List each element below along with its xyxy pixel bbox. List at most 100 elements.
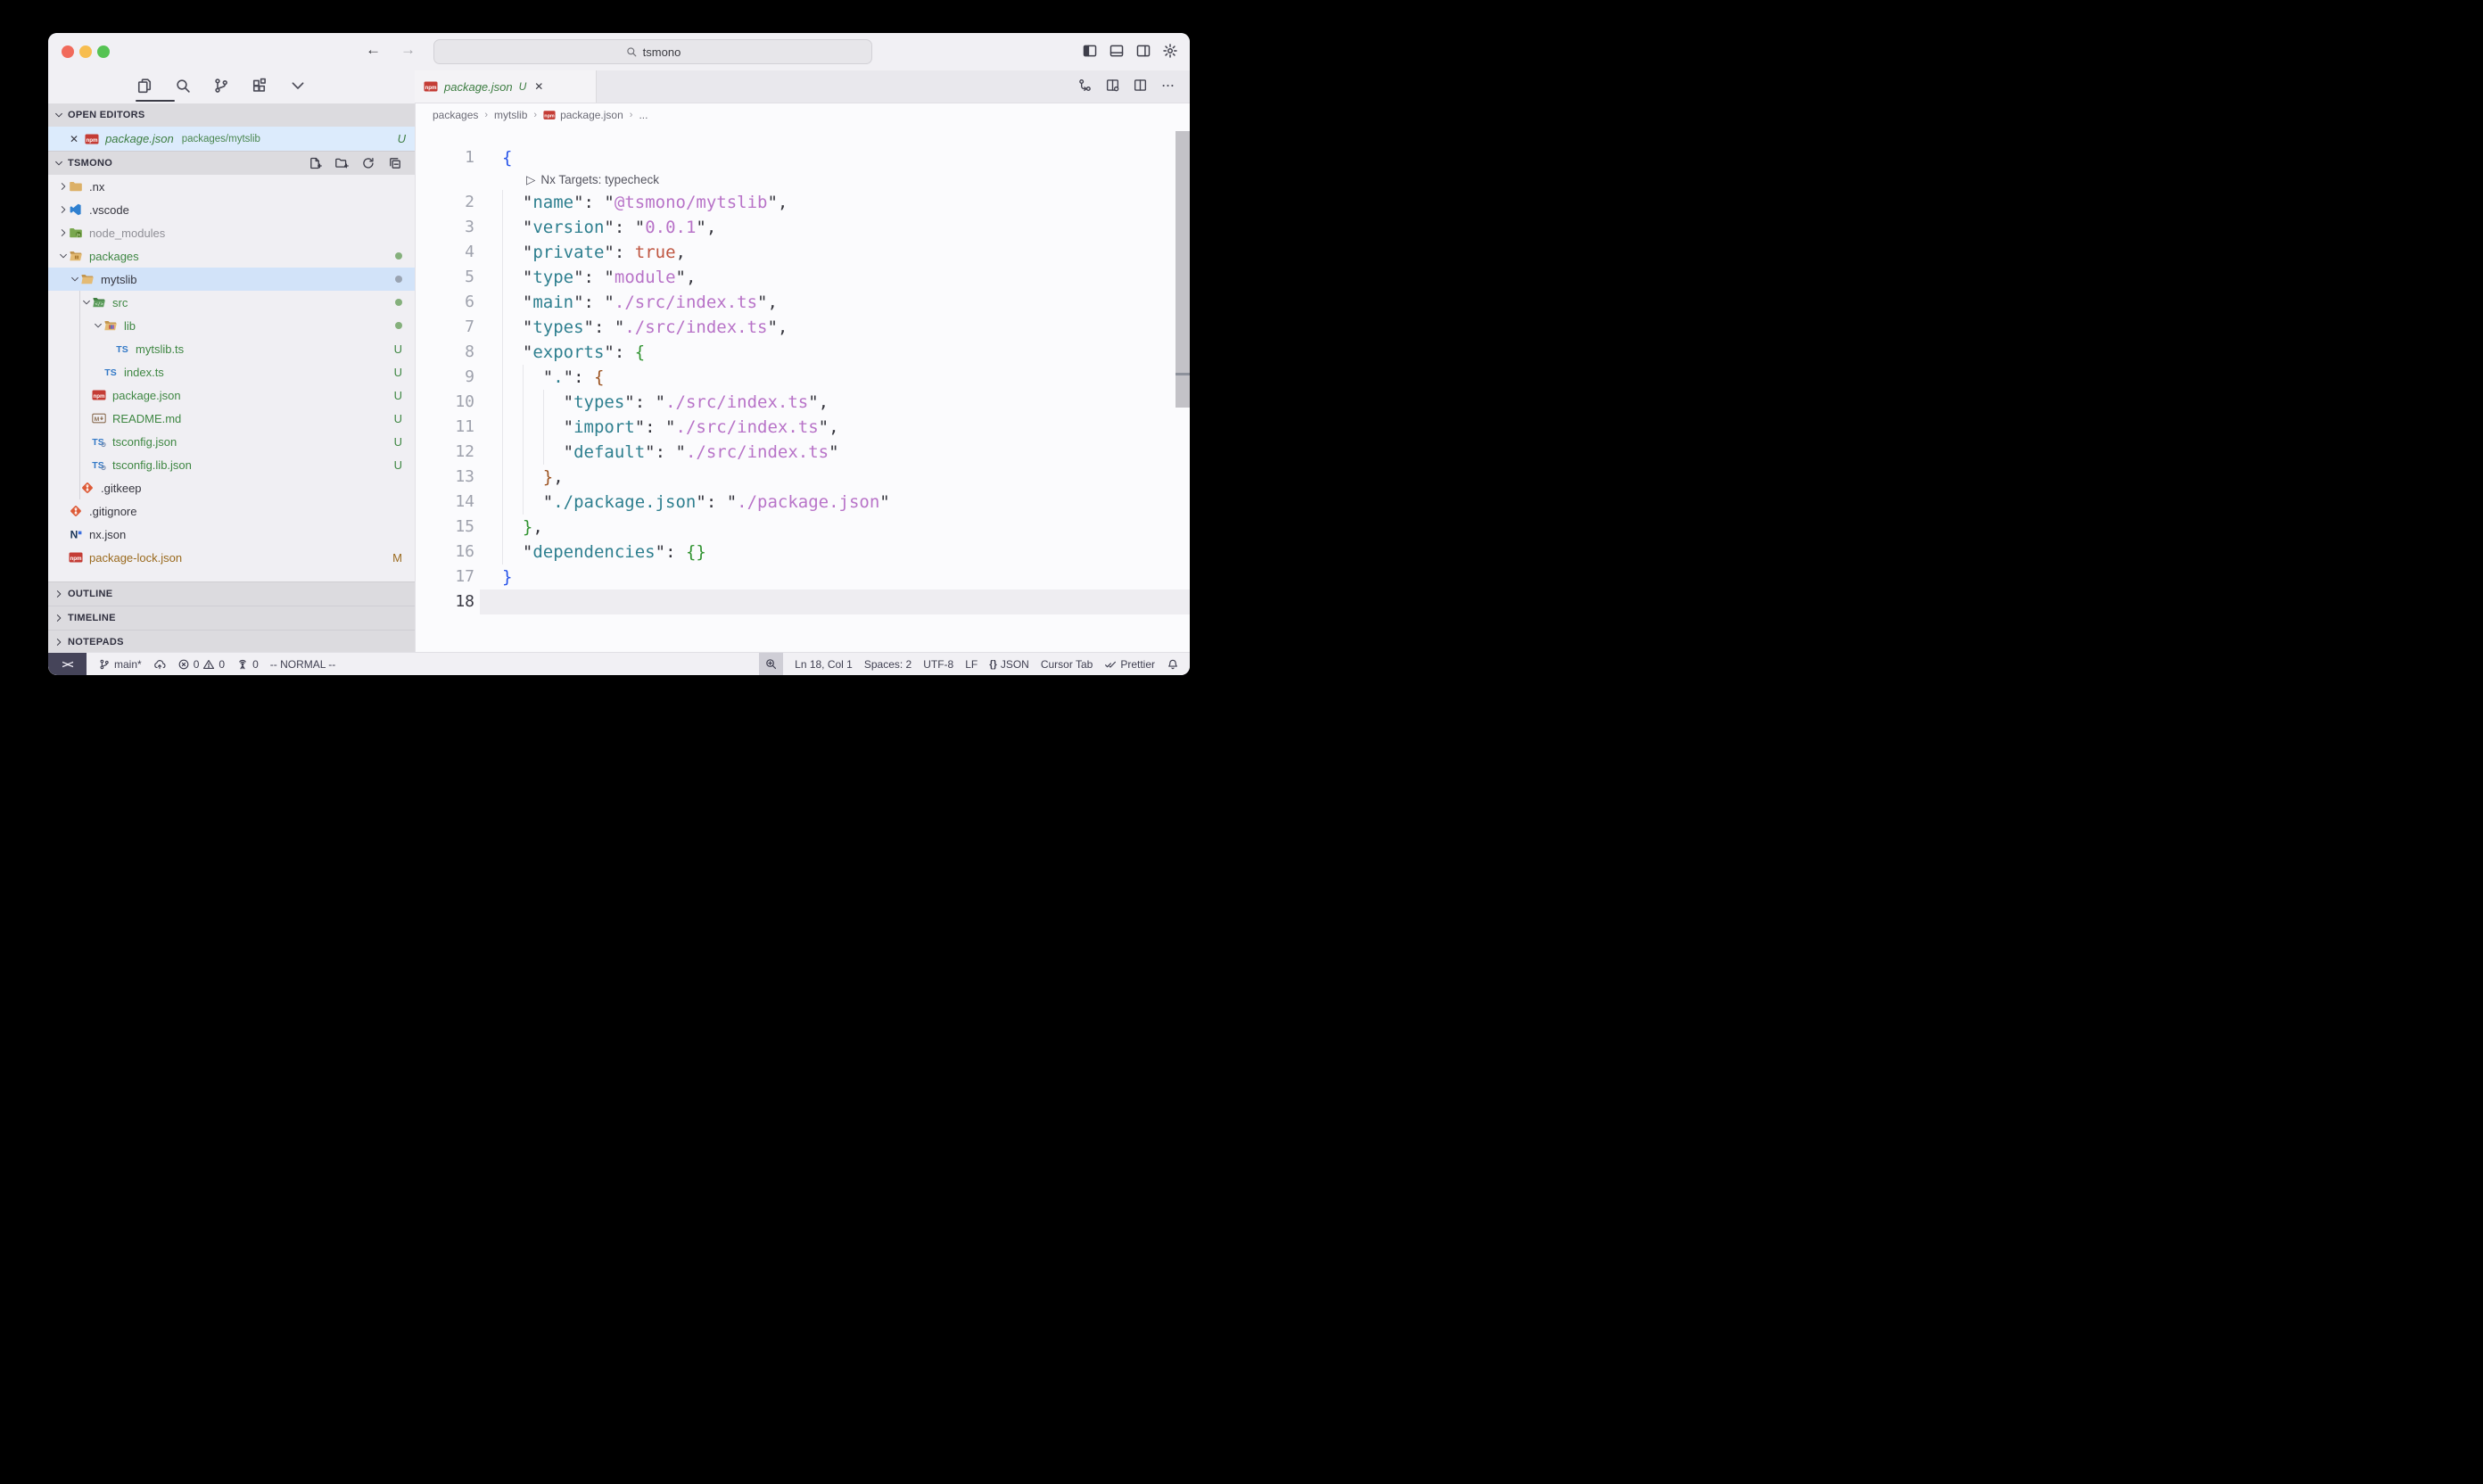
zoom-window-button[interactable] <box>97 45 110 58</box>
line-content: }, <box>480 465 1190 490</box>
gear-icon[interactable] <box>1162 43 1178 59</box>
statusbar-encoding[interactable]: UTF-8 <box>923 658 953 671</box>
tree-item-tsconfig.json[interactable]: TStsconfig.jsonU <box>48 430 415 453</box>
workspace-header[interactable]: TSMONO <box>48 151 415 175</box>
statusbar-remote-indicator[interactable]: >< <box>48 653 87 675</box>
tsconfig-icon: TS <box>92 458 106 472</box>
statusbar-eol[interactable]: LF <box>965 658 978 671</box>
statusbar-vim-mode[interactable]: -- NORMAL -- <box>270 658 336 671</box>
token: , <box>532 517 542 537</box>
open-editor-item[interactable]: ✕npmpackage.jsonpackages/mytslibU <box>48 127 415 151</box>
editor-scrollbar[interactable] <box>1176 131 1190 408</box>
tree-item-label: README.md <box>112 412 181 425</box>
token: ", <box>757 293 778 312</box>
close-editor-icon[interactable]: ✕ <box>70 133 78 145</box>
tree-item-.gitkeep[interactable]: .gitkeep <box>48 476 415 499</box>
tree-item-lib[interactable]: lib <box>48 314 415 337</box>
command-center-search[interactable]: tsmono <box>433 39 872 64</box>
play-icon[interactable]: ▷ <box>526 170 535 190</box>
close-window-button[interactable] <box>62 45 74 58</box>
breadcrumb-item[interactable]: mytslib <box>494 109 527 121</box>
token: ": " <box>604 218 645 237</box>
token: ": " <box>635 417 676 437</box>
statusbar-sync-changes[interactable] <box>153 658 166 671</box>
codelens-nx-targets[interactable]: ▷Nx Targets: typecheck <box>480 170 659 190</box>
activity-search-icon[interactable] <box>174 77 192 95</box>
statusbar-zoom-indicator[interactable] <box>759 653 783 675</box>
breadcrumb[interactable]: packages›mytslib›npmpackage.json›... <box>416 103 1190 126</box>
statusbar-ports[interactable]: 0 <box>236 658 259 671</box>
section-header-outline[interactable]: OUTLINE <box>48 581 415 606</box>
tree-item-.vscode[interactable]: .vscode <box>48 198 415 221</box>
layout-sidebar-left-icon[interactable] <box>1082 43 1098 59</box>
collapse-all-icon[interactable] <box>388 156 402 170</box>
statusbar-label: 0 <box>219 658 225 671</box>
minimize-window-button[interactable] <box>79 45 92 58</box>
tree-item-nx.json[interactable]: Nnx.json <box>48 523 415 546</box>
tree-item-packages[interactable]: packages <box>48 244 415 268</box>
activity-explorer-icon[interactable] <box>136 77 153 95</box>
statusbar-label: -- NORMAL -- <box>270 658 336 671</box>
open-editors-header[interactable]: OPEN EDITORS <box>48 103 415 127</box>
token: ": <box>604 243 634 262</box>
chevron-right-icon <box>54 589 64 599</box>
tree-item-mytslib.ts[interactable]: TSmytslib.tsU <box>48 337 415 360</box>
tree-item-.gitignore[interactable]: .gitignore <box>48 499 415 523</box>
breadcrumb-item[interactable]: packages <box>433 109 478 121</box>
token: import <box>573 417 635 437</box>
code-line-5: 5 "type": "module", <box>416 265 1190 290</box>
activity-extensions-icon[interactable] <box>251 77 268 95</box>
ellipsis-icon[interactable] <box>1160 78 1176 93</box>
statusbar-git-branch[interactable]: main* <box>98 658 142 671</box>
indent-guide <box>523 415 524 440</box>
tree-item-src[interactable]: </>src <box>48 291 415 314</box>
close-tab-icon[interactable]: ✕ <box>534 80 543 93</box>
tree-item-tsconfig.lib.json[interactable]: TStsconfig.lib.jsonU <box>48 453 415 476</box>
statusbar-formatter[interactable]: Prettier <box>1104 658 1155 671</box>
activity-chevron-down-icon[interactable] <box>289 77 307 95</box>
section-header-timeline[interactable]: TIMELINE <box>48 606 415 630</box>
new-folder-icon[interactable] <box>334 156 349 170</box>
breadcrumb-item[interactable]: npmpackage.json <box>543 109 623 121</box>
md-icon: M <box>92 411 106 425</box>
tree-item-index.ts[interactable]: TSindex.tsU <box>48 360 415 383</box>
chevron-right-icon <box>54 613 64 623</box>
tree-item-package.json[interactable]: npmpackage.jsonU <box>48 383 415 407</box>
tree-item-package-lock.json[interactable]: npmpackage-lock.jsonM <box>48 546 415 569</box>
line-content: "types": "./src/index.ts", <box>480 315 1190 340</box>
section-header-notepads[interactable]: NOTEPADS <box>48 630 415 653</box>
git-compare-icon[interactable] <box>1077 78 1093 93</box>
statusbar-cursor-position[interactable]: Ln 18, Col 1 <box>795 658 853 671</box>
tree-item-label: src <box>112 296 128 309</box>
split-editor-icon[interactable] <box>1133 78 1148 93</box>
new-file-icon[interactable] <box>308 156 322 170</box>
split-editor-dot-icon[interactable] <box>1105 78 1120 93</box>
git-status-badge: U <box>394 366 402 379</box>
title-bar: ← → tsmono <box>48 33 1190 70</box>
statusbar-problems[interactable]: 00 <box>177 658 225 671</box>
forward-arrow-icon[interactable]: → <box>400 41 416 59</box>
layout-sidebar-right-icon[interactable] <box>1135 43 1151 59</box>
tree-item-.nx[interactable]: .nx <box>48 175 415 198</box>
tree-item-node_modules[interactable]: jsnode_modules <box>48 221 415 244</box>
tab-package-json[interactable]: npm package.json U ✕ <box>415 70 597 103</box>
refresh-icon[interactable] <box>361 156 375 170</box>
statusbar-notifications[interactable] <box>1167 658 1179 671</box>
tree-item-README.md[interactable]: MREADME.mdU <box>48 407 415 430</box>
activity-source-control-icon[interactable] <box>212 77 230 95</box>
token: true <box>635 243 676 262</box>
tree-item-label: .nx <box>89 180 104 194</box>
layout-panel-icon[interactable] <box>1109 43 1125 59</box>
back-arrow-icon[interactable]: ← <box>366 41 381 59</box>
breadcrumb-item[interactable]: ... <box>639 109 648 121</box>
indent-spaces <box>502 342 523 362</box>
token: " <box>879 492 889 512</box>
statusbar-language-mode[interactable]: {}JSON <box>989 658 1029 671</box>
editor-code-area[interactable]: 1{▷Nx Targets: typecheck2 "name": "@tsmo… <box>416 126 1190 614</box>
breadcrumb-label: packages <box>433 109 478 121</box>
statusbar-cursor-tab[interactable]: Cursor Tab <box>1041 658 1093 671</box>
tree-item-mytslib[interactable]: mytslib <box>48 268 415 291</box>
statusbar-indentation[interactable]: Spaces: 2 <box>864 658 912 671</box>
statusbar-label: UTF-8 <box>923 658 953 671</box>
token: " <box>523 342 532 362</box>
